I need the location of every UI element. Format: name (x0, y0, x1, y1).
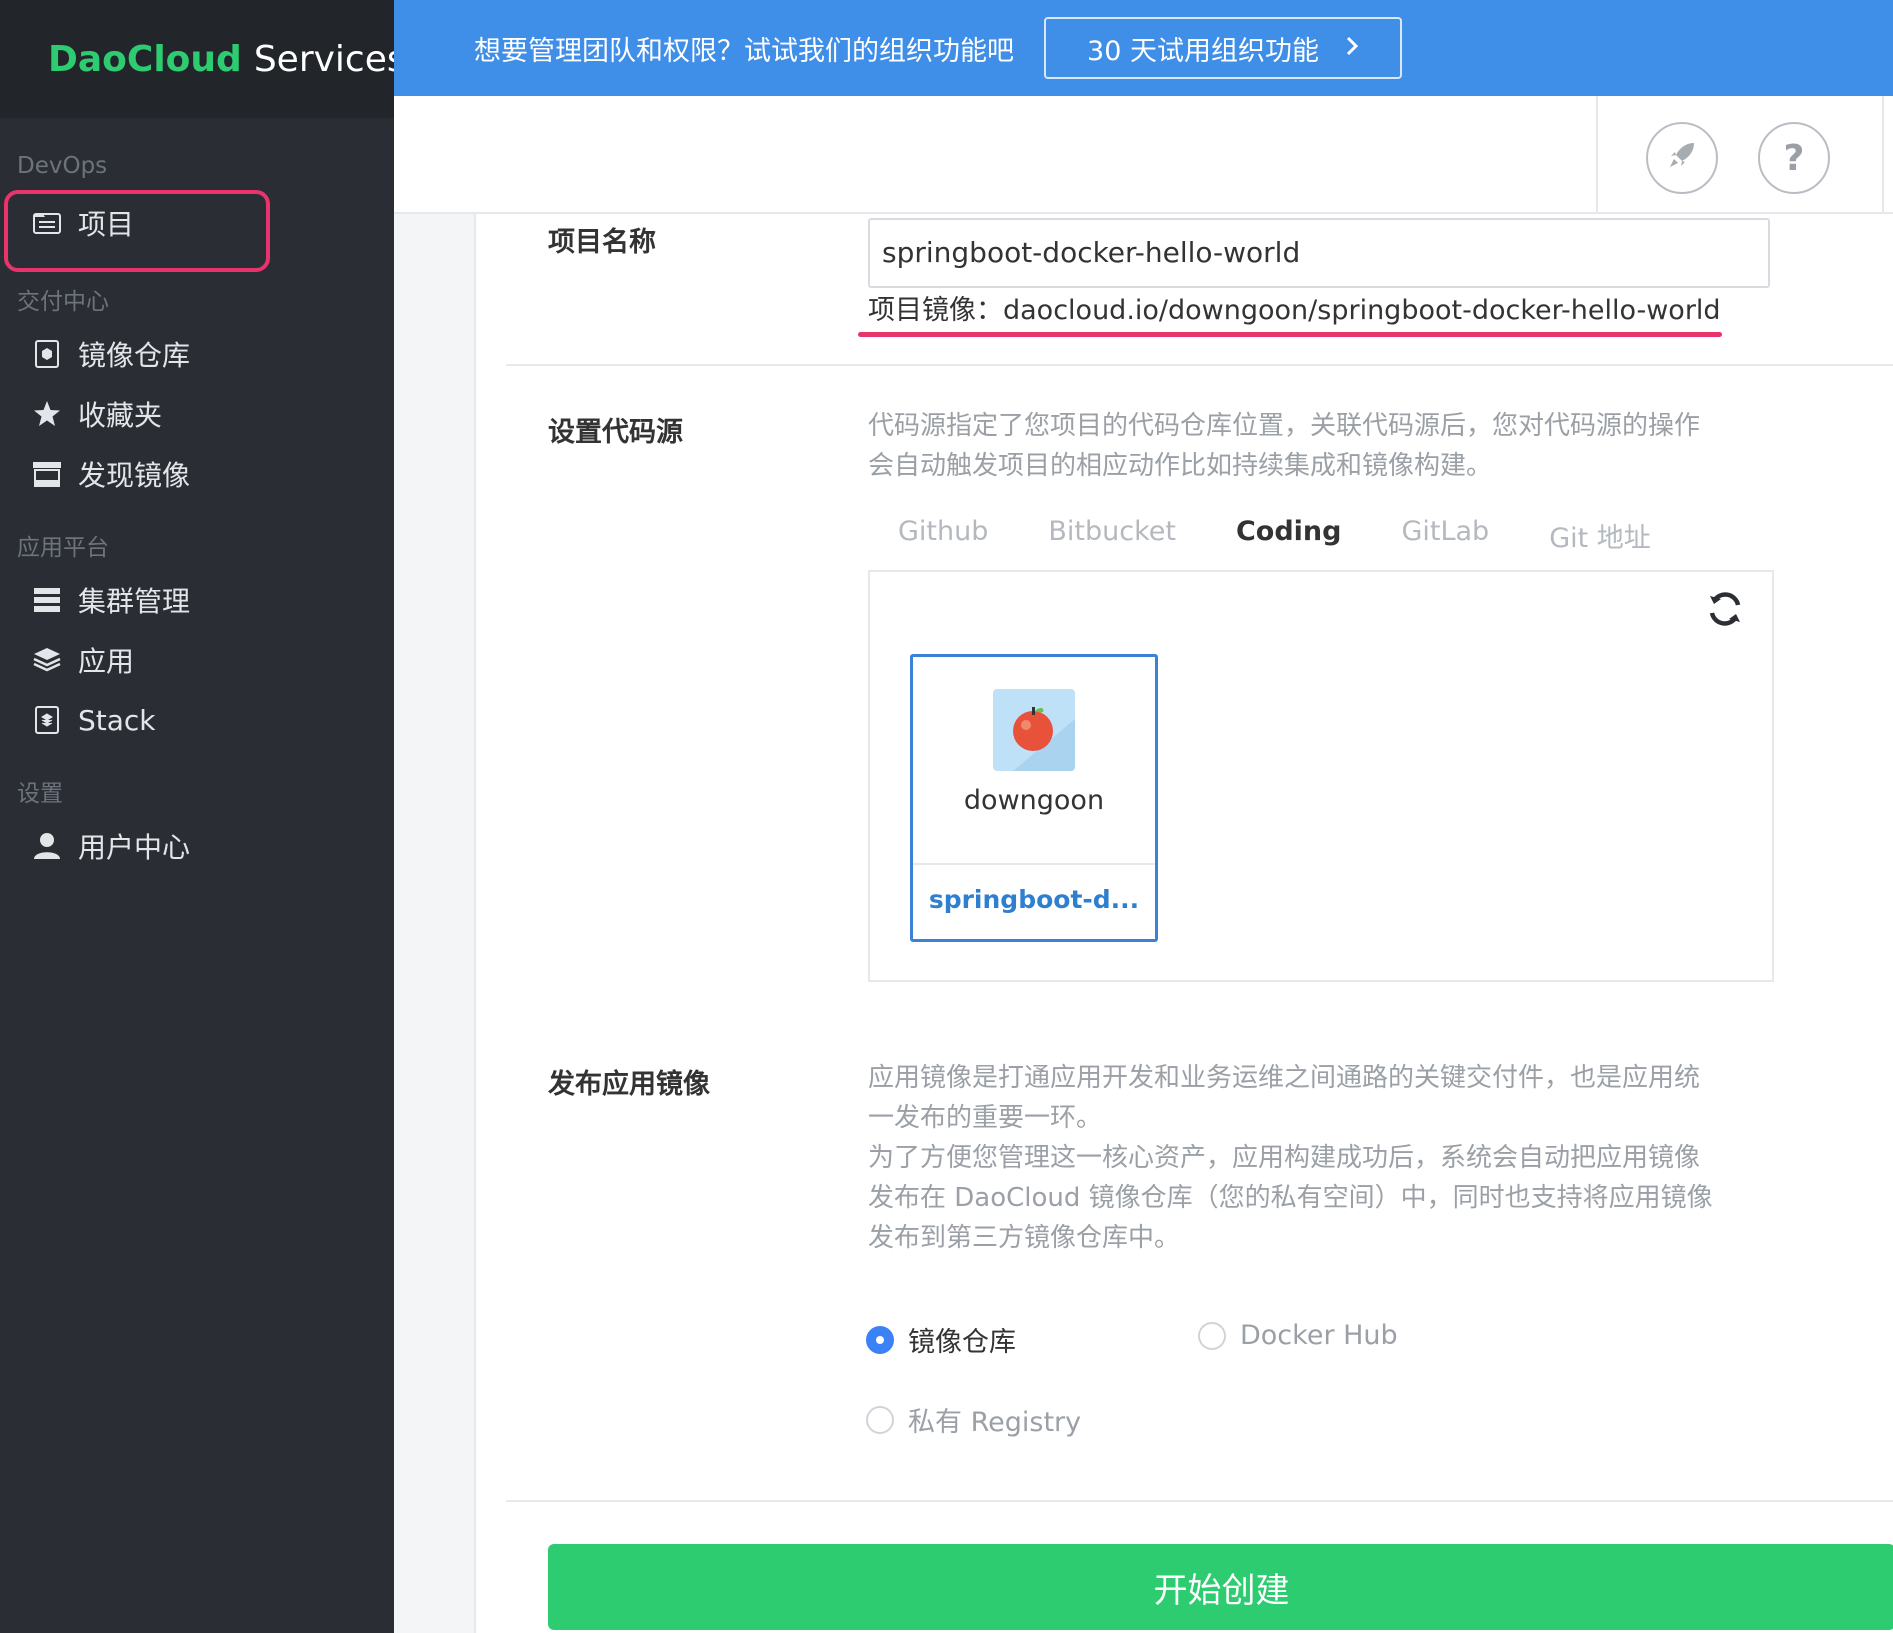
sidebar-item-registry[interactable]: 镜像仓库 (0, 324, 394, 384)
help-button[interactable]: ? (1758, 122, 1830, 194)
sidebar-item-favorites[interactable]: 收藏夹 (0, 384, 394, 444)
highlight-underline (858, 332, 1722, 337)
refresh-button[interactable] (1704, 590, 1746, 632)
promo-text: 想要管理团队和权限？试试我们的组织功能吧 (474, 35, 1014, 67)
top-header: ? (394, 96, 1893, 214)
repo-owner-name: downgoon (963, 785, 1105, 816)
sidebar-item-stack[interactable]: Stack (0, 690, 394, 750)
sidebar: DaoCloud Services DevOps 项目 交付中心 镜像仓库 收藏… (0, 0, 406, 1633)
help-icon: ? (1783, 137, 1805, 179)
radio-docker-hub-label: Docker Hub (1240, 1320, 1398, 1351)
store-icon (32, 459, 62, 489)
nav-group-settings: 设置 (17, 781, 63, 807)
radio-checked-icon (866, 1325, 894, 1354)
radio-unchecked-icon (866, 1405, 894, 1434)
server-icon (32, 585, 62, 615)
repo-card[interactable]: downgoon springboot-d... (910, 654, 1158, 942)
project-name-label: 项目名称 (548, 227, 656, 258)
trial-org-button[interactable]: 30 天试用组织功能 (1044, 17, 1402, 79)
repo-name: springboot-d... (928, 885, 1140, 914)
publish-desc-line: 应用镜像是打通应用开发和业务运维之间通路的关键交付件，也是应用统 (868, 1063, 1701, 1093)
tab-github[interactable]: Github (868, 504, 1018, 576)
header-divider (1596, 96, 1598, 214)
divider (506, 364, 1893, 366)
sidebar-item-projects[interactable]: 项目 (0, 188, 394, 272)
sidebar-item-label: Stack (78, 703, 156, 737)
user-icon (32, 831, 62, 861)
publish-desc-line: 为了方便您管理这一核心资产，应用构建成功后，系统会自动把应用镜像 (868, 1143, 1701, 1173)
create-project-form: 项目名称 springboot-docker-hello-world 项目镜像：… (474, 214, 1893, 1633)
sidebar-item-user-center[interactable]: 用户中心 (0, 816, 394, 876)
header-divider (1882, 96, 1884, 214)
chevron-right-icon (1345, 33, 1359, 64)
repo-panel: downgoon springboot-d... (868, 570, 1774, 982)
sidebar-item-label: 集群管理 (78, 585, 191, 618)
promo-banner: 想要管理团队和权限？试试我们的组织功能吧 30 天试用组织功能 (394, 0, 1893, 96)
folder-list-icon (32, 208, 62, 238)
tab-coding[interactable]: Coding (1205, 504, 1372, 576)
sidebar-item-label: 用户中心 (78, 831, 191, 864)
radio-registry[interactable]: 镜像仓库 (866, 1320, 1016, 1359)
sidebar-item-clusters[interactable]: 集群管理 (0, 570, 394, 630)
sidebar-item-apps[interactable]: 应用 (0, 630, 394, 690)
project-image-value: daocloud.io/downgoon/springboot-docker-h… (1003, 295, 1721, 326)
tab-git-url[interactable]: Git 地址 (1519, 504, 1681, 576)
sidebar-item-label: 应用 (78, 645, 135, 678)
tab-bitbucket[interactable]: Bitbucket (1018, 504, 1206, 576)
nav-group-delivery: 交付中心 (17, 289, 109, 315)
refresh-icon (1706, 590, 1744, 632)
repo-card-divider (913, 863, 1155, 865)
radio-unchecked-icon (1198, 1321, 1226, 1350)
nav-group-devops: DevOps (17, 153, 108, 179)
radio-docker-hub[interactable]: Docker Hub (1198, 1320, 1398, 1351)
publish-desc-line: 发布到第三方镜像仓库中。 (868, 1223, 1181, 1253)
logo-suffix: Services (253, 38, 406, 80)
code-source-desc-line: 会自动触发项目的相应动作比如持续集成和镜像构建。 (868, 451, 1493, 481)
sidebar-item-label: 发现镜像 (78, 459, 191, 492)
divider (506, 1500, 1893, 1502)
code-source-description: 代码源指定了您项目的代码仓库位置，关联代码源后，您对代码源的操作 会自动触发项目… (868, 406, 1768, 486)
sidebar-item-label: 项目 (78, 208, 135, 241)
sidebar-item-discover[interactable]: 发现镜像 (0, 444, 394, 504)
app-logo[interactable]: DaoCloud Services (0, 0, 406, 118)
start-create-button[interactable]: 开始创建 (548, 1544, 1893, 1630)
layers-icon (32, 645, 62, 675)
package-icon (32, 339, 62, 369)
project-image-line: 项目镜像：daocloud.io/downgoon/springboot-doc… (868, 288, 1721, 327)
nav-group-platform: 应用平台 (17, 535, 109, 561)
publish-desc-line: 一发布的重要一环。 (868, 1103, 1103, 1133)
star-icon (32, 399, 62, 429)
publish-image-label: 发布应用镜像 (548, 1069, 710, 1100)
sidebar-item-label: 镜像仓库 (78, 339, 191, 372)
rocket-button[interactable] (1646, 122, 1718, 194)
code-source-desc-line: 代码源指定了您项目的代码仓库位置，关联代码源后，您对代码源的操作 (868, 411, 1701, 441)
start-create-label: 开始创建 (1153, 1570, 1290, 1611)
source-tabs: Github Bitbucket Coding GitLab Git 地址 (868, 504, 1681, 576)
code-source-label: 设置代码源 (548, 417, 683, 448)
trial-org-button-label: 30 天试用组织功能 (1087, 35, 1319, 67)
repo-owner-avatar (993, 689, 1075, 771)
rocket-icon (1667, 138, 1697, 179)
radio-private-registry-label: 私有 Registry (908, 1407, 1082, 1438)
logo-brand: DaoCloud (48, 38, 242, 80)
publish-image-description: 应用镜像是打通应用开发和业务运维之间通路的关键交付件，也是应用统 一发布的重要一… (868, 1058, 1768, 1258)
sidebar-item-label: 收藏夹 (78, 399, 163, 432)
radio-registry-label: 镜像仓库 (908, 1327, 1016, 1358)
radio-private-registry[interactable]: 私有 Registry (866, 1400, 1081, 1439)
project-name-input[interactable]: springboot-docker-hello-world (868, 218, 1770, 288)
project-image-prefix: 项目镜像： (868, 295, 1003, 326)
tab-gitlab[interactable]: GitLab (1371, 504, 1519, 576)
publish-desc-line: 发布在 DaoCloud 镜像仓库（您的私有空间）中，同时也支持将应用镜像 (868, 1183, 1713, 1213)
stack-file-icon (32, 705, 62, 735)
